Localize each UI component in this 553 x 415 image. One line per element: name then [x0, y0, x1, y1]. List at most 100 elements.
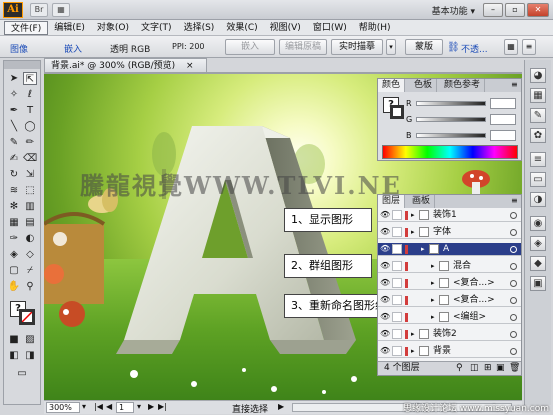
- line-tool-icon[interactable]: ╲: [7, 120, 21, 133]
- scale-tool-icon[interactable]: ⇲: [23, 168, 37, 181]
- layer-row[interactable]: 👁 ▸ 装饰1: [378, 209, 521, 222]
- visibility-eye-icon[interactable]: 👁: [380, 346, 390, 356]
- menu-object[interactable]: 对象(O): [91, 21, 135, 35]
- color-spectrum[interactable]: [382, 145, 518, 159]
- locate-object-icon[interactable]: ⚲: [456, 362, 463, 375]
- menu-help[interactable]: 帮助(H): [353, 21, 397, 35]
- tab-color-guide[interactable]: 颜色参考: [440, 79, 486, 92]
- make-clip-mask-icon[interactable]: ◫: [470, 362, 479, 375]
- menu-type[interactable]: 文字(T): [135, 21, 178, 35]
- zoom-field[interactable]: 300%: [46, 402, 80, 413]
- expand-triangle-icon[interactable]: ▸: [411, 328, 415, 340]
- live-trace-dropdown-icon[interactable]: ▾: [386, 39, 396, 55]
- channel-r-value[interactable]: [490, 98, 516, 109]
- visibility-eye-icon[interactable]: 👁: [380, 227, 390, 237]
- expand-triangle-icon[interactable]: ▸: [431, 277, 435, 289]
- menu-window[interactable]: 窗口(W): [307, 21, 353, 35]
- lasso-tool-icon[interactable]: ℓ: [23, 88, 37, 101]
- target-circle-icon[interactable]: [510, 331, 517, 338]
- close-button[interactable]: ✕: [527, 3, 549, 17]
- opacity-link[interactable]: 不透...: [461, 42, 488, 55]
- layer-row[interactable]: 👁 ▸ 背景: [378, 345, 521, 358]
- dock-gradient-icon[interactable]: ▭: [530, 172, 546, 187]
- pencil-tool-icon[interactable]: ✏: [23, 136, 37, 149]
- prev-artboard-icon[interactable]: ◀: [106, 402, 112, 411]
- live-paint-bucket-tool-icon[interactable]: ◈: [7, 248, 21, 261]
- target-circle-icon[interactable]: [510, 263, 517, 270]
- new-sublayer-icon[interactable]: ⊞: [484, 362, 492, 375]
- expand-triangle-icon[interactable]: ▸: [431, 294, 435, 306]
- live-paint-selection-tool-icon[interactable]: ◇: [23, 248, 37, 261]
- new-layer-icon[interactable]: ▣: [496, 362, 505, 375]
- tab-color[interactable]: 颜色: [378, 79, 406, 92]
- target-circle-icon[interactable]: [510, 246, 517, 253]
- layer-row[interactable]: 👁 ▸ <复合...>: [378, 294, 521, 307]
- gradient-mode-icon[interactable]: ▨: [23, 333, 37, 346]
- paintbrush-tool-icon[interactable]: ✎: [7, 136, 21, 149]
- document-tab[interactable]: 背景.ai* @ 300% (RGB/预览) ×: [44, 58, 207, 73]
- target-circle-icon[interactable]: [510, 229, 517, 236]
- live-trace-button[interactable]: 实时描摹: [331, 39, 383, 55]
- visibility-eye-icon[interactable]: 👁: [380, 329, 390, 339]
- stroke-swatch[interactable]: [19, 309, 35, 325]
- panel-menu-icon[interactable]: ≡: [511, 80, 518, 89]
- dock-brushes-icon[interactable]: ✎: [530, 108, 546, 123]
- mesh-tool-icon[interactable]: ▦: [7, 216, 21, 229]
- draw-normal-icon[interactable]: ◧: [7, 349, 21, 362]
- link-icon[interactable]: ⛓: [447, 42, 460, 53]
- control-bar-options-icon[interactable]: ≡: [522, 39, 536, 55]
- expand-triangle-icon[interactable]: ▸: [421, 243, 425, 255]
- ellipse-tool-icon[interactable]: ◯: [23, 120, 37, 133]
- lock-toggle[interactable]: [392, 210, 402, 220]
- selection-tool-icon[interactable]: ➤: [7, 72, 21, 85]
- color-mode-icon[interactable]: ■: [7, 333, 21, 346]
- last-artboard-icon[interactable]: ▶|: [158, 402, 167, 411]
- zoom-tool-icon[interactable]: ⚲: [23, 280, 37, 293]
- visibility-eye-icon[interactable]: 👁: [380, 278, 390, 288]
- column-graph-tool-icon[interactable]: ▥: [23, 200, 37, 213]
- target-circle-icon[interactable]: [510, 314, 517, 321]
- dock-swatches-icon[interactable]: ▦: [530, 88, 546, 103]
- expand-triangle-icon[interactable]: ▸: [411, 209, 415, 221]
- artboard-tool-icon[interactable]: ▢: [7, 264, 21, 277]
- rotate-tool-icon[interactable]: ↻: [7, 168, 21, 181]
- arrange-documents-icon[interactable]: ▦: [52, 3, 70, 17]
- type-tool-icon[interactable]: T: [23, 104, 37, 117]
- lock-toggle[interactable]: [392, 227, 402, 237]
- draw-behind-icon[interactable]: ◨: [23, 349, 37, 362]
- layer-row[interactable]: 👁 ▸ A: [378, 243, 521, 256]
- embed-link[interactable]: 嵌入: [64, 42, 82, 55]
- menu-select[interactable]: 选择(S): [178, 21, 221, 35]
- minimize-button[interactable]: –: [483, 3, 503, 17]
- delete-layer-icon[interactable]: 🗑: [509, 362, 520, 375]
- channel-r-slider[interactable]: [416, 101, 486, 106]
- screen-mode-icon[interactable]: ▭: [15, 367, 29, 380]
- dock-artboards-icon[interactable]: ▣: [530, 276, 546, 291]
- edit-original-button[interactable]: 编辑原稿: [279, 39, 327, 55]
- lock-toggle[interactable]: [392, 295, 402, 305]
- next-artboard-icon[interactable]: ▶: [148, 402, 154, 411]
- lock-toggle[interactable]: [392, 329, 402, 339]
- hand-tool-icon[interactable]: ✋: [7, 280, 21, 293]
- channel-g-value[interactable]: [490, 114, 516, 125]
- dock-graphic-styles-icon[interactable]: ◈: [530, 236, 546, 251]
- fill-stroke-swatches[interactable]: ?: [10, 301, 36, 325]
- status-menu-icon[interactable]: ▶: [278, 402, 284, 411]
- layer-row[interactable]: 👁 ▸ <编组>: [378, 311, 521, 324]
- dock-appearance-icon[interactable]: ◉: [530, 216, 546, 231]
- letter-a-artwork[interactable]: [84, 108, 364, 358]
- target-circle-icon[interactable]: [510, 348, 517, 355]
- dock-symbols-icon[interactable]: ✿: [530, 128, 546, 143]
- warp-tool-icon[interactable]: ≋: [7, 184, 21, 197]
- tab-close-icon[interactable]: ×: [186, 61, 194, 71]
- tools-panel-header[interactable]: [4, 61, 40, 69]
- channel-b-value[interactable]: [490, 130, 516, 141]
- expand-triangle-icon[interactable]: ▸: [431, 260, 435, 272]
- restore-button[interactable]: ▫: [505, 3, 525, 17]
- lock-toggle[interactable]: [392, 278, 402, 288]
- artboard-dropdown-icon[interactable]: ▾: [137, 402, 141, 411]
- tab-artboards[interactable]: 画板: [408, 195, 436, 208]
- mask-button[interactable]: 蒙版: [405, 39, 443, 55]
- menu-file[interactable]: 文件(F): [4, 20, 49, 35]
- slice-tool-icon[interactable]: ⌿: [23, 264, 37, 277]
